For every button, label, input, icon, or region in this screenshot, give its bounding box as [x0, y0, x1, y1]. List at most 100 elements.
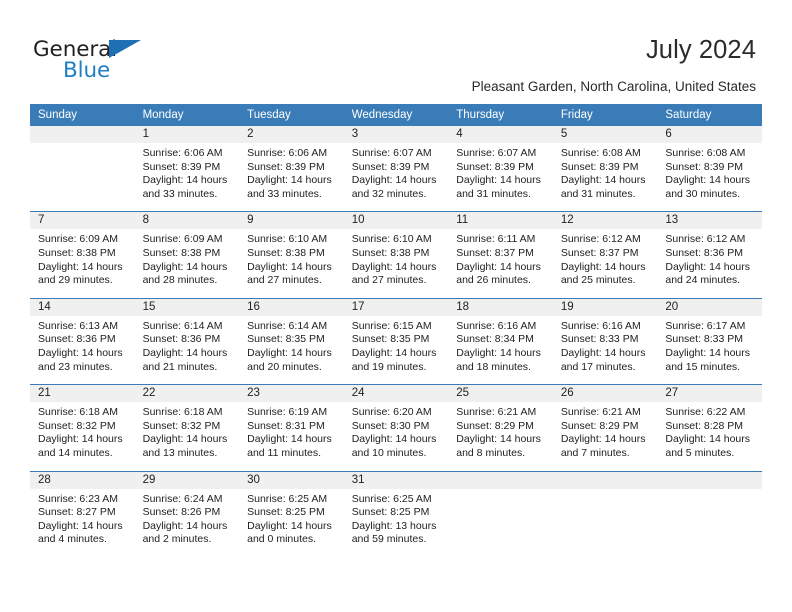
sunset-text: Sunset: 8:39 PM [142, 160, 221, 173]
sunrise-text: Sunrise: 6:13 AM [38, 319, 118, 332]
blue-triangle-icon [109, 40, 141, 58]
daylight-text: Daylight: 14 hours [142, 260, 228, 273]
calendar-column-header: Wednesday [343, 104, 449, 126]
day-number: 31 [343, 471, 449, 489]
calendar-day-cell[interactable]: 5 Sunrise: 6:08 AM Sunset: 8:39 PM Daylight… [552, 126, 658, 212]
calendar-column-header: Friday [552, 104, 658, 126]
day-number: 4 [448, 126, 553, 143]
sunrise-text: Sunrise: 6:12 AM [665, 233, 746, 246]
sunset-text: Sunset: 8:35 PM [351, 333, 430, 346]
day-details: Sunrise: 6:10 AM Sunset: 8:38 PM Daylight:… [239, 229, 344, 298]
daylight-text: and 21 minutes. [142, 360, 218, 373]
sunrise-text: Sunrise: 6:25 AM [351, 492, 432, 505]
day-number: 9 [239, 212, 344, 230]
daylight-text: Daylight: 14 hours [351, 346, 437, 359]
day-number [552, 471, 658, 489]
daylight-text: and 59 minutes. [351, 533, 427, 546]
day-number: 20 [657, 298, 762, 316]
calendar-day-cell[interactable]: 22 Sunrise: 6:18 AM Sunset: 8:32 PM Dayligh… [134, 384, 240, 471]
day-details: Sunrise: 6:11 AM Sunset: 8:37 PM Daylight:… [448, 229, 553, 298]
calendar-day-cell[interactable]: 31 Sunrise: 6:25 AM Sunset: 8:25 PM Dayligh… [343, 470, 449, 557]
day-details: Sunrise: 6:20 AM Sunset: 8:30 PM Daylight:… [343, 402, 449, 471]
calendar-day-cell[interactable]: 28 Sunrise: 6:23 AM Sunset: 8:27 PM Dayligh… [30, 470, 135, 557]
sunset-text: Sunset: 8:33 PM [665, 333, 744, 346]
daylight-text: Daylight: 14 hours [456, 346, 541, 359]
day-details: Sunrise: 6:17 AM Sunset: 8:33 PM Daylight:… [657, 315, 762, 385]
day-number: 29 [134, 471, 240, 489]
day-number: 15 [134, 298, 240, 316]
calendar-week-row: 7 Sunrise: 6:09 AM Sunset: 8:38 PM Daylight… [30, 211, 762, 299]
day-details: Sunrise: 6:25 AM Sunset: 8:25 PM Daylight:… [343, 488, 449, 557]
day-number: 24 [343, 385, 449, 403]
generalblue-logo[interactable]: General Blue [33, 37, 213, 85]
calendar-day-cell[interactable]: 14 Sunrise: 6:13 AM Sunset: 8:36 PM Dayligh… [30, 297, 135, 385]
daylight-text: and 23 minutes. [38, 360, 113, 373]
calendar-day-cell[interactable]: 9 Sunrise: 6:10 AM Sunset: 8:38 PM Daylight… [239, 211, 344, 299]
calendar-day-cell[interactable]: 23 Sunrise: 6:19 AM Sunset: 8:31 PM Dayligh… [239, 384, 344, 471]
calendar-day-cell[interactable]: 6 Sunrise: 6:08 AM Sunset: 8:39 PM Daylight… [657, 126, 762, 212]
day-details [448, 488, 553, 557]
calendar-day-cell[interactable]: 7 Sunrise: 6:09 AM Sunset: 8:38 PM Daylight… [30, 211, 135, 299]
day-details: Sunrise: 6:07 AM Sunset: 8:39 PM Daylight:… [343, 143, 449, 212]
calendar-day-cell[interactable]: 4 Sunrise: 6:07 AM Sunset: 8:39 PM Daylight… [448, 126, 553, 212]
calendar-day-cell[interactable]: 18 Sunrise: 6:16 AM Sunset: 8:34 PM Dayligh… [448, 297, 553, 385]
daylight-text: Daylight: 14 hours [247, 519, 332, 532]
calendar-day-cell[interactable]: 15 Sunrise: 6:14 AM Sunset: 8:36 PM Dayligh… [134, 297, 240, 385]
calendar-day-cell[interactable]: 16 Sunrise: 6:14 AM Sunset: 8:35 PM Dayligh… [239, 297, 344, 385]
sunset-text: Sunset: 8:25 PM [351, 506, 430, 519]
calendar-day-cell[interactable]: 21 Sunrise: 6:18 AM Sunset: 8:32 PM Dayligh… [30, 384, 135, 471]
sunset-text: Sunset: 8:39 PM [247, 160, 325, 173]
daylight-text: and 31 minutes. [560, 187, 636, 200]
calendar-day-cell[interactable]: 17 Sunrise: 6:15 AM Sunset: 8:35 PM Dayligh… [343, 297, 449, 385]
daylight-text: Daylight: 14 hours [560, 346, 646, 359]
day-details: Sunrise: 6:18 AM Sunset: 8:32 PM Daylight:… [134, 402, 240, 471]
sunset-text: Sunset: 8:39 PM [456, 160, 534, 173]
calendar-header-row: Sunday Monday Tuesday Wednesday Thursday Frid… [30, 104, 762, 126]
calendar-day-cell[interactable]: 29 Sunrise: 6:24 AM Sunset: 8:26 PM Dayligh… [134, 470, 240, 557]
sunrise-text: Sunrise: 6:08 AM [560, 147, 641, 159]
day-details [657, 488, 762, 557]
daylight-text: and 19 minutes. [351, 360, 427, 373]
sunset-text: Sunset: 8:32 PM [38, 419, 116, 432]
daylight-text: and 17 minutes. [560, 360, 636, 373]
daylight-text: and 4 minutes. [38, 533, 107, 546]
calendar-day-cell[interactable]: 13 Sunrise: 6:12 AM Sunset: 8:36 PM Dayligh… [657, 211, 762, 299]
calendar-day-cell[interactable]: 20 Sunrise: 6:17 AM Sunset: 8:33 PM Dayligh… [657, 297, 762, 385]
sunset-text: Sunset: 8:25 PM [247, 506, 325, 519]
day-number [448, 471, 553, 489]
sunset-text: Sunset: 8:29 PM [456, 419, 534, 432]
day-number: 28 [30, 471, 135, 489]
day-number: 19 [552, 298, 658, 316]
calendar-day-cell[interactable]: 11 Sunrise: 6:11 AM Sunset: 8:37 PM Dayligh… [448, 211, 553, 299]
calendar-day-cell[interactable]: 2 Sunrise: 6:06 AM Sunset: 8:39 PM Daylight… [239, 126, 344, 212]
calendar-day-cell[interactable]: 26 Sunrise: 6:21 AM Sunset: 8:29 PM Dayligh… [552, 384, 658, 471]
calendar-day-cell[interactable]: 1 Sunrise: 6:06 AM Sunset: 8:39 PM Daylight… [134, 126, 240, 212]
daylight-text: and 24 minutes. [665, 274, 741, 287]
calendar-day-cell[interactable]: 19 Sunrise: 6:16 AM Sunset: 8:33 PM Dayligh… [552, 297, 658, 385]
daylight-text: and 33 minutes. [142, 187, 218, 200]
calendar-day-cell[interactable]: 8 Sunrise: 6:09 AM Sunset: 8:38 PM Daylight… [134, 211, 240, 299]
daylight-text: Daylight: 14 hours [142, 174, 228, 187]
sunset-text: Sunset: 8:29 PM [560, 419, 639, 432]
day-details: Sunrise: 6:18 AM Sunset: 8:32 PM Daylight:… [30, 402, 135, 471]
calendar-day-cell[interactable]: 25 Sunrise: 6:21 AM Sunset: 8:29 PM Dayligh… [448, 384, 553, 471]
daylight-text: and 13 minutes. [142, 446, 218, 459]
sunrise-text: Sunrise: 6:19 AM [247, 406, 328, 419]
daylight-text: and 27 minutes. [247, 274, 322, 287]
sunset-text: Sunset: 8:38 PM [247, 246, 325, 259]
calendar-day-cell[interactable]: 24 Sunrise: 6:20 AM Sunset: 8:30 PM Dayligh… [343, 384, 449, 471]
sunrise-text: Sunrise: 6:16 AM [560, 319, 641, 332]
daylight-text: and 15 minutes. [665, 360, 741, 373]
sunrise-text: Sunrise: 6:23 AM [38, 492, 118, 505]
calendar-day-cell[interactable]: 12 Sunrise: 6:12 AM Sunset: 8:37 PM Dayligh… [552, 211, 658, 299]
calendar-day-cell[interactable]: 10 Sunrise: 6:10 AM Sunset: 8:38 PM Dayligh… [343, 211, 449, 299]
sunrise-text: Sunrise: 6:07 AM [456, 147, 537, 159]
day-number: 25 [448, 385, 553, 403]
calendar-day-cell[interactable]: 3 Sunrise: 6:07 AM Sunset: 8:39 PM Daylight… [343, 126, 449, 212]
calendar-day-cell[interactable]: 30 Sunrise: 6:25 AM Sunset: 8:25 PM Dayligh… [239, 470, 344, 557]
sunset-text: Sunset: 8:27 PM [38, 506, 116, 519]
calendar-day-cell[interactable]: 27 Sunrise: 6:22 AM Sunset: 8:28 PM Dayligh… [657, 384, 762, 471]
daylight-text: and 31 minutes. [456, 187, 531, 200]
day-number [657, 471, 762, 489]
daylight-text: and 33 minutes. [247, 187, 322, 200]
